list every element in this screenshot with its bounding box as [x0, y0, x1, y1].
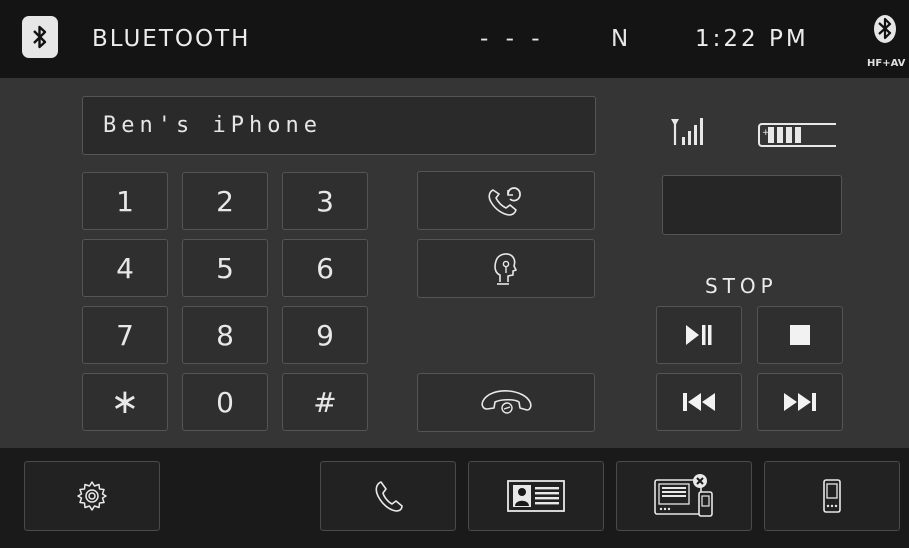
key-6[interactable]: 6 [282, 239, 368, 297]
bluetooth-icon [872, 14, 898, 44]
disconnect-device-button[interactable] [616, 461, 752, 531]
key-2[interactable]: 2 [182, 172, 268, 230]
previous-track-icon [683, 393, 715, 411]
key-8[interactable]: 8 [182, 306, 268, 364]
clock: 1:22 PM [695, 26, 809, 52]
redial-icon [488, 186, 521, 216]
next-track-icon [784, 393, 816, 411]
previous-track-button[interactable] [656, 373, 742, 431]
stop-button[interactable] [757, 306, 843, 364]
device-name-display: Ben's iPhone [82, 96, 596, 155]
media-status-label: STOP [705, 274, 778, 298]
settings-button[interactable] [24, 461, 160, 531]
contacts-button[interactable] [468, 461, 604, 531]
band-indicator: N [611, 26, 629, 52]
bluetooth-mode-label: HF+AV [867, 58, 906, 69]
signal-strength-icon [671, 118, 703, 145]
media-status-display [662, 175, 842, 235]
key-4[interactable]: 4 [82, 239, 168, 297]
next-track-button[interactable] [757, 373, 843, 431]
key-7[interactable]: 7 [82, 306, 168, 364]
mobile-device-icon [823, 479, 841, 513]
key-5[interactable]: 5 [182, 239, 268, 297]
phone-button[interactable] [320, 461, 456, 531]
key-star[interactable]: ∗ [82, 373, 168, 431]
top-bar: BLUETOOTH - - - N 1:22 PM HF+AV [0, 0, 909, 78]
key-3[interactable]: 3 [282, 172, 368, 230]
stop-icon [790, 325, 810, 345]
contacts-icon [507, 480, 565, 512]
hang-up-icon [481, 389, 532, 414]
device-name: Ben's iPhone [103, 113, 322, 138]
key-hash[interactable]: # [282, 373, 368, 431]
voice-recognition-icon [494, 252, 517, 285]
key-1[interactable]: 1 [82, 172, 168, 230]
phone-icon [375, 481, 403, 512]
disconnect-device-icon [654, 474, 713, 517]
key-0[interactable]: 0 [182, 373, 268, 431]
gear-icon [77, 481, 107, 511]
redial-button[interactable] [417, 171, 595, 230]
key-9[interactable]: 9 [282, 306, 368, 364]
mobile-device-button[interactable] [764, 461, 900, 531]
play-pause-button[interactable] [656, 306, 742, 364]
battery-icon: + [758, 123, 836, 147]
play-pause-icon [686, 325, 712, 345]
bluetooth-icon [22, 16, 58, 58]
voice-recognition-button[interactable] [417, 239, 595, 298]
page-title: BLUETOOTH [92, 26, 251, 52]
hang-up-button[interactable] [417, 373, 595, 432]
station-placeholder: - - - [480, 26, 545, 52]
